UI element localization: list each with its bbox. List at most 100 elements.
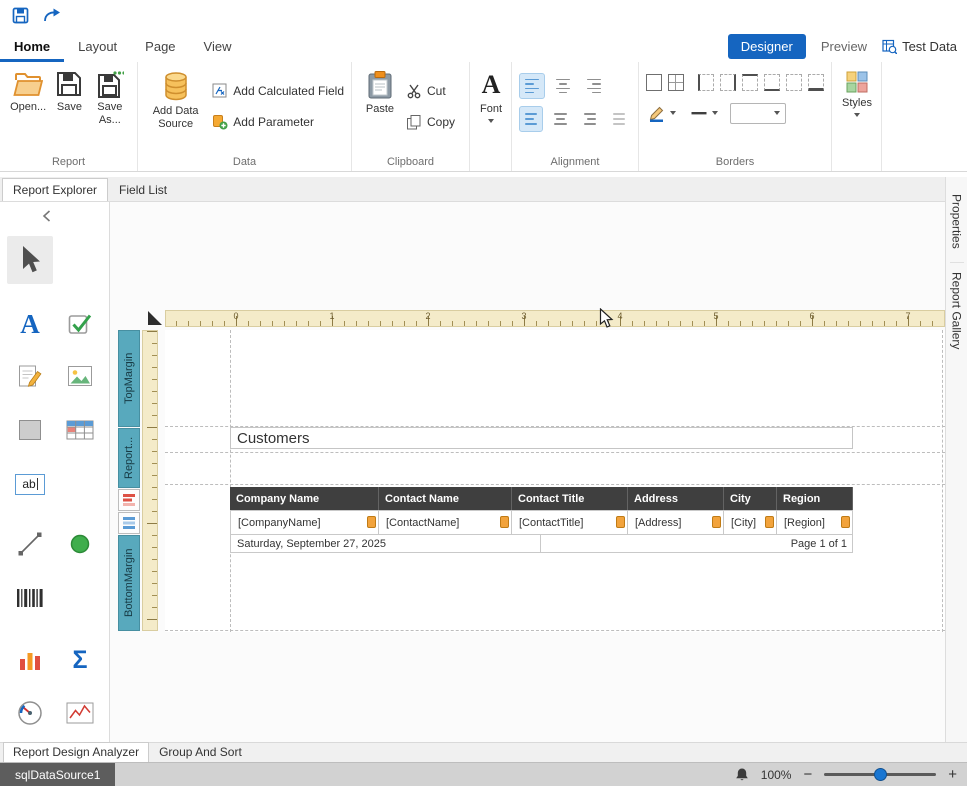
align-text-left-button[interactable] <box>519 73 545 99</box>
border-outside-button[interactable] <box>646 74 662 91</box>
table-tool[interactable] <box>64 414 96 446</box>
field-binding-icon[interactable] <box>712 516 721 528</box>
test-data-button[interactable]: Test Data <box>882 39 957 54</box>
panel-tool[interactable] <box>14 414 46 446</box>
field-binding-icon[interactable] <box>616 516 625 528</box>
line-tool[interactable] <box>14 528 46 560</box>
add-parameter-button[interactable]: Add Parameter <box>212 114 344 130</box>
align-middle-button[interactable] <box>548 106 572 132</box>
margin-guide-right <box>942 330 943 632</box>
tab-group-and-sort[interactable]: Group And Sort <box>149 742 252 762</box>
shape-tool[interactable] <box>64 528 96 560</box>
zoom-out-button[interactable]: − <box>803 767 812 782</box>
band-tab-group-header[interactable] <box>118 489 140 511</box>
label-tool[interactable]: A <box>14 308 46 340</box>
save-as-file-icon <box>96 70 124 98</box>
align-top-button[interactable] <box>519 106 543 132</box>
tab-home[interactable]: Home <box>0 30 64 62</box>
tab-report-design-analyzer[interactable]: Report Design Analyzer <box>3 742 149 762</box>
summary-tool[interactable]: Σ <box>64 644 96 676</box>
paste-button[interactable]: Paste <box>359 70 401 116</box>
notifications-bell-icon[interactable] <box>735 767 749 782</box>
add-data-source-button[interactable]: Add Data Source <box>145 70 206 130</box>
copy-button[interactable]: Copy <box>406 114 455 130</box>
field-binding-icon[interactable] <box>765 516 774 528</box>
picture-tool[interactable] <box>64 360 96 392</box>
table-field-cell[interactable]: [ContactName] <box>379 510 512 535</box>
border-thick-bottom-button[interactable] <box>808 74 824 91</box>
table-header-cell[interactable]: City <box>724 487 777 510</box>
barcode-icon <box>15 587 45 609</box>
tab-view[interactable]: View <box>190 30 246 62</box>
border-width-combo[interactable] <box>730 103 786 124</box>
table-field-cell[interactable]: [Address] <box>628 510 724 535</box>
datasource-chip[interactable]: sqlDataSource1 <box>0 763 115 786</box>
table-field-cell[interactable]: [Region] <box>777 510 853 535</box>
character-comb-tool[interactable]: ab <box>14 468 46 500</box>
save-as-button[interactable]: Save As... <box>90 70 130 126</box>
chart-tool[interactable] <box>14 644 46 676</box>
design-surface[interactable]: 0 1 2 3 4 5 6 7 TopMargin Report... Bott… <box>110 202 945 742</box>
page-date-label[interactable]: Saturday, September 27, 2025 <box>230 534 541 553</box>
ribbon-group-styles: Styles <box>832 62 882 171</box>
align-bottom-button[interactable] <box>578 106 602 132</box>
font-button[interactable]: A Font <box>477 70 505 123</box>
align-text-center-button[interactable] <box>550 73 576 99</box>
table-field-cell[interactable]: [CompanyName] <box>230 510 379 535</box>
band-tab-report-header[interactable]: Report... <box>118 428 140 488</box>
table-header-cell[interactable]: Region <box>777 487 853 510</box>
tab-page[interactable]: Page <box>131 30 189 62</box>
field-binding-icon[interactable] <box>500 516 509 528</box>
add-calculated-field-button[interactable]: Add Calculated Field <box>212 83 344 99</box>
border-top-button[interactable] <box>742 74 758 91</box>
save-button[interactable]: Save <box>51 70 87 114</box>
checkbox-tool[interactable] <box>64 308 96 340</box>
ruler-number: 4 <box>614 311 626 321</box>
redo-icon[interactable] <box>43 7 61 23</box>
tab-field-list[interactable]: Field List <box>108 178 178 201</box>
border-left-button[interactable] <box>698 74 714 91</box>
align-text-right-button[interactable] <box>581 73 607 99</box>
band-tab-bottom-margin[interactable]: BottomMargin <box>118 535 140 631</box>
barcode-tool[interactable] <box>14 582 46 614</box>
preview-button[interactable]: Preview <box>821 39 867 54</box>
band-tab-top-margin[interactable]: TopMargin <box>118 330 140 427</box>
table-header-cell[interactable]: Address <box>628 487 724 510</box>
zoom-in-button[interactable]: + <box>948 767 957 782</box>
zoom-slider[interactable] <box>824 763 936 786</box>
align-justify-button[interactable] <box>607 106 631 132</box>
open-button[interactable]: Open... <box>7 70 49 114</box>
gauge-tool[interactable] <box>14 697 46 729</box>
table-header-cell[interactable]: Contact Title <box>512 487 628 510</box>
tab-layout[interactable]: Layout <box>64 30 131 62</box>
border-all-button[interactable] <box>668 74 684 91</box>
border-line-style-button[interactable] <box>688 102 720 124</box>
border-none-button[interactable] <box>786 74 802 91</box>
cut-button[interactable]: Cut <box>406 83 455 99</box>
table-field-cell[interactable]: [ContactTitle] <box>512 510 628 535</box>
tab-report-gallery[interactable]: Report Gallery <box>950 262 964 358</box>
tab-report-explorer[interactable]: Report Explorer <box>2 178 108 201</box>
page-info-label[interactable]: Page 1 of 1 <box>540 534 853 553</box>
designer-button[interactable]: Designer <box>728 34 806 59</box>
report-canvas[interactable]: Customers Company Name Contact Name Cont… <box>165 330 945 632</box>
save-icon[interactable] <box>12 7 29 24</box>
band-tab-detail[interactable] <box>118 512 140 534</box>
border-right-button[interactable] <box>720 74 736 91</box>
border-color-button[interactable] <box>646 102 678 124</box>
sparkline-tool[interactable] <box>64 697 96 729</box>
table-header-cell[interactable]: Company Name <box>230 487 379 510</box>
add-parameter-label: Add Parameter <box>233 115 314 129</box>
field-binding-icon[interactable] <box>841 516 850 528</box>
table-field-cell[interactable]: [City] <box>724 510 777 535</box>
rich-text-tool[interactable] <box>14 360 46 392</box>
table-header-cell[interactable]: Contact Name <box>379 487 512 510</box>
field-binding-icon[interactable] <box>367 516 376 528</box>
report-title-label[interactable]: Customers <box>230 427 853 449</box>
styles-button[interactable]: Styles <box>839 70 875 117</box>
border-bottom-button[interactable] <box>764 74 780 91</box>
zoom-slider-handle[interactable] <box>874 768 887 781</box>
pointer-tool[interactable] <box>7 236 53 284</box>
tab-properties[interactable]: Properties <box>950 185 964 258</box>
collapse-panel-icon[interactable] <box>40 208 53 224</box>
